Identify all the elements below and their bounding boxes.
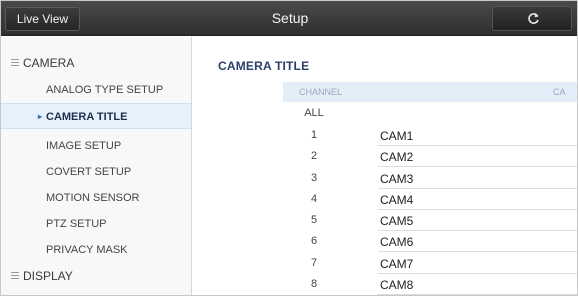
channel-number: 7 (310, 257, 318, 269)
table-header: CHANNEL CA (283, 82, 577, 102)
channel-number: 1 (310, 129, 318, 141)
channel-number: 4 (310, 193, 318, 205)
main-panel: CAMERA TITLE CHANNEL CA ALL 1 2 3 4 5 (193, 37, 577, 295)
camera-title-input[interactable] (378, 169, 577, 189)
channel-number: 2 (310, 150, 318, 162)
channel-all-label: ALL (304, 107, 324, 119)
refresh-button[interactable] (492, 6, 572, 31)
table-row: 2 (283, 146, 577, 167)
channel-number: 6 (310, 235, 318, 247)
sidebar-group-camera[interactable]: CAMERA (1, 50, 192, 76)
refresh-icon (528, 13, 539, 24)
sidebar-item-privacy-mask[interactable]: PRIVACY MASK (1, 237, 191, 263)
sidebar-group-display[interactable]: DISPLAY (1, 263, 192, 289)
camera-title-input[interactable] (378, 147, 577, 167)
channel-number: 8 (310, 278, 318, 290)
table-row: 3 (283, 168, 577, 189)
sidebar-item-label: PTZ SETUP (46, 218, 107, 230)
section-title: CAMERA TITLE (218, 59, 310, 73)
sidebar-item-motion-sensor[interactable]: MOTION SENSOR (1, 185, 191, 211)
live-view-button[interactable]: Live View (5, 7, 80, 31)
table-row-all[interactable]: ALL (283, 103, 577, 124)
sidebar-item-camera-title[interactable]: ▸ CAMERA TITLE (1, 103, 191, 129)
sidebar-item-label: IMAGE SETUP (46, 140, 122, 152)
sidebar-item-image-setup[interactable]: IMAGE SETUP (1, 133, 191, 159)
camera-title-input[interactable] (378, 211, 577, 231)
camera-title-input[interactable] (378, 126, 577, 146)
camera-title-input[interactable] (378, 190, 577, 210)
sidebar: CAMERA ANALOG TYPE SETUP ▸ CAMERA TITLE … (1, 37, 192, 295)
sidebar-item-label: MOTION SENSOR (46, 192, 140, 204)
table-row: 7 (283, 253, 577, 274)
header-channel: CHANNEL (299, 87, 343, 97)
camera-title-input[interactable] (378, 254, 577, 274)
sidebar-item-label: PRIVACY MASK (46, 244, 128, 256)
channel-number: 5 (310, 214, 318, 226)
table-row: 1 (283, 125, 577, 146)
table-row: 4 (283, 189, 577, 210)
table-row: 5 (283, 210, 577, 231)
channel-number: 3 (310, 172, 318, 184)
sidebar-item-ptz-setup[interactable]: PTZ SETUP (1, 211, 191, 237)
arrow-right-icon: ▸ (38, 112, 43, 121)
sidebar-item-label: ANALOG TYPE SETUP (46, 84, 164, 96)
sidebar-item-label: CAMERA TITLE (46, 111, 128, 123)
menu-lines-icon (11, 272, 19, 279)
sidebar-group-label: DISPLAY (23, 269, 73, 283)
camera-title-input[interactable] (378, 275, 577, 295)
table-row: 8 (283, 274, 577, 295)
sidebar-item-covert-setup[interactable]: COVERT SETUP (1, 159, 191, 185)
sidebar-item-analog-type-setup[interactable]: ANALOG TYPE SETUP (1, 77, 191, 103)
setup-window: Live View Setup CAMERA ANALOG TYPE SETUP… (0, 0, 578, 296)
sidebar-item-label: COVERT SETUP (46, 166, 132, 178)
sidebar-group-label: CAMERA (23, 56, 75, 70)
header-camera-title: CA (553, 87, 566, 97)
table-row: 6 (283, 231, 577, 252)
camera-title-input[interactable] (378, 232, 577, 252)
top-bar: Live View Setup (1, 1, 577, 36)
menu-lines-icon (11, 59, 19, 66)
